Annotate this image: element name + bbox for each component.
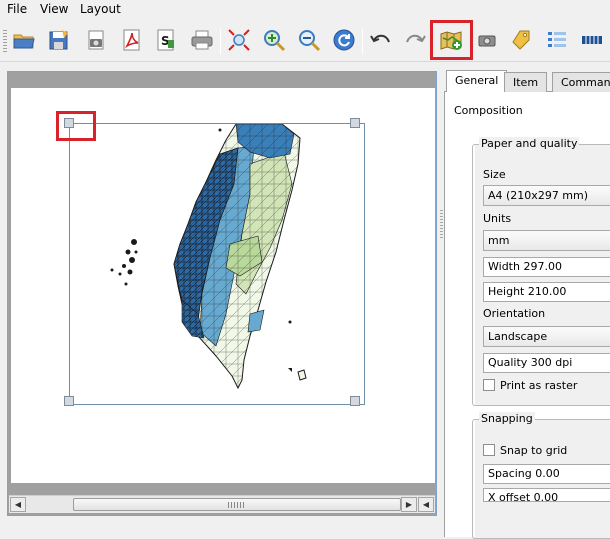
size-select[interactable]: A4 (210x297 mm) [483, 185, 610, 206]
toolbar: S [0, 20, 610, 62]
tab-command[interactable]: Command [552, 72, 610, 92]
add-label-icon[interactable] [508, 26, 536, 54]
snap-grid-label: Snap to grid [500, 443, 568, 457]
tab-bar: General Item Command [444, 70, 610, 93]
orientation-label: Orientation [483, 307, 546, 320]
menu-file[interactable]: File [5, 2, 29, 16]
save-icon[interactable] [45, 26, 73, 54]
scroll-left-icon[interactable]: ◀ [10, 497, 26, 512]
tab-item[interactable]: Item [504, 72, 548, 92]
general-tab-content: Composition Paper and quality Size A4 (2… [444, 92, 610, 539]
panel-splitter[interactable] [440, 210, 443, 240]
menu-bar: File View Layout [0, 0, 610, 20]
print-icon[interactable] [188, 26, 216, 54]
menu-view[interactable]: View [38, 2, 70, 16]
scroll-right-icon[interactable]: ▶ [401, 497, 417, 512]
export-image-icon[interactable] [82, 26, 110, 54]
highlight-add-map [430, 20, 473, 60]
export-pdf-icon[interactable] [118, 26, 146, 54]
refresh-icon[interactable] [330, 26, 358, 54]
x-offset-spinbox[interactable]: X offset 0.00 [483, 488, 610, 502]
export-svg-icon[interactable]: S [152, 26, 180, 54]
quality-spinbox[interactable]: Quality 300 dpi [483, 353, 610, 373]
add-scalebar-icon[interactable] [578, 26, 606, 54]
print-raster-checkbox[interactable] [483, 379, 495, 391]
toolbar-grip[interactable] [3, 30, 7, 52]
resize-handle-bottom-left[interactable] [64, 396, 74, 406]
composition-heading: Composition [454, 104, 523, 117]
zoom-full-icon[interactable] [225, 26, 253, 54]
zoom-in-icon[interactable] [260, 26, 288, 54]
paper-quality-title: Paper and quality [479, 137, 580, 150]
open-folder-icon[interactable] [10, 26, 38, 54]
print-raster-label: Print as raster [500, 378, 578, 392]
scroll-left-small-icon[interactable]: ◀ [418, 497, 434, 512]
orientation-select[interactable]: Landscape [483, 326, 610, 347]
units-label: Units [483, 212, 512, 225]
penghu-islands [110, 239, 138, 286]
composer-canvas[interactable]: ◀ ▶ ◀ [7, 71, 437, 516]
size-label: Size [483, 168, 506, 181]
print-raster-row[interactable]: Print as raster [483, 377, 577, 393]
units-select[interactable]: mm [483, 230, 610, 251]
undo-icon[interactable] [367, 26, 395, 54]
scroll-thumb[interactable] [73, 498, 401, 511]
tab-general[interactable]: General [446, 70, 508, 93]
map-item[interactable] [69, 123, 365, 405]
horizontal-scrollbar[interactable]: ◀ ▶ ◀ [9, 495, 435, 513]
resize-handle-bottom-right[interactable] [350, 396, 360, 406]
add-legend-icon[interactable] [543, 26, 571, 54]
properties-panel: General Item Command Composition Paper a… [444, 70, 610, 539]
spacing-spinbox[interactable]: Spacing 0.00 [483, 464, 610, 484]
resize-handle-top-right[interactable] [350, 118, 360, 128]
redo-icon[interactable] [401, 26, 429, 54]
height-spinbox[interactable]: Height 210.00 [483, 282, 610, 302]
width-spinbox[interactable]: Width 297.00 [483, 257, 610, 277]
snap-grid-row[interactable]: Snap to grid [483, 442, 567, 458]
taiwan-map [110, 123, 307, 390]
highlight-handle [56, 111, 96, 141]
snapping-title: Snapping [479, 412, 535, 425]
add-image-icon[interactable] [473, 26, 501, 54]
snap-grid-checkbox[interactable] [483, 444, 495, 456]
menu-layout[interactable]: Layout [78, 2, 123, 16]
page[interactable] [11, 88, 435, 483]
zoom-out-icon[interactable] [295, 26, 323, 54]
